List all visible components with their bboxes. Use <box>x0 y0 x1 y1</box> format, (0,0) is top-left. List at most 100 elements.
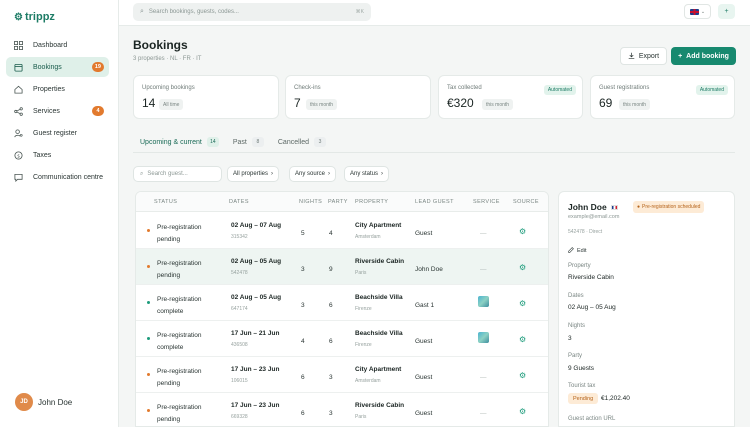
field-value-dates: 02 Aug – 05 Aug <box>568 304 616 311</box>
table-row[interactable]: Pre-registration pending 17 Jun – 23 Jun… <box>136 393 548 426</box>
column-header[interactable]: LEAD GUEST <box>415 199 454 205</box>
column-header[interactable]: NIGHTS <box>299 199 322 205</box>
booking-dates: 17 Jun – 21 Jun <box>231 330 280 337</box>
stat-period-pill: this month <box>619 99 651 110</box>
calendar-icon <box>13 62 23 72</box>
booking-dates: 17 Jun – 23 Jun <box>231 402 280 409</box>
edit-button[interactable]: Edit <box>568 247 586 255</box>
global-search-input[interactable]: ⌕ Search bookings, guests, codes... ⌘K <box>133 3 371 21</box>
user-menu[interactable]: JD John Doe <box>15 393 72 411</box>
service-thumbnail[interactable] <box>478 332 489 343</box>
booking-nights: 3 <box>301 266 305 273</box>
search-icon: ⌕ <box>140 8 144 15</box>
sidebar-item-guest-register[interactable]: Guest register <box>6 123 109 143</box>
stat-value: 69 <box>599 96 613 110</box>
booking-dates: 02 Aug – 07 Aug <box>231 222 282 229</box>
filter-label: Any source <box>295 171 326 177</box>
booking-city: Amsterdam <box>355 378 381 384</box>
automated-badge: Automated <box>695 85 728 95</box>
booking-property: City Apartment <box>355 366 402 373</box>
field-label: Nights <box>568 323 586 329</box>
detail-email: example@email.com <box>568 214 620 220</box>
table-row[interactable]: Pre-registration pending 17 Jun – 23 Jun… <box>136 357 548 393</box>
status-dot-icon <box>147 409 150 412</box>
booking-city: Paris <box>355 270 367 276</box>
table-row[interactable]: Pre-registration pending 02 Aug – 05 Aug… <box>136 249 548 285</box>
column-header[interactable]: PROPERTY <box>355 199 388 205</box>
language-selector[interactable]: ⌄ <box>684 4 711 19</box>
source-filter[interactable]: Any source › <box>289 166 337 182</box>
stat-card-registrations: Guest registrations 69 this month Automa… <box>590 75 735 119</box>
service-empty: — <box>480 374 487 381</box>
booking-status: Pre-registration pending <box>157 404 202 423</box>
add-booking-button[interactable]: + Add booking <box>671 47 736 65</box>
field-value-party: 9 Guests <box>568 365 595 372</box>
status-label: Pre-registration scheduled <box>642 204 701 210</box>
booking-property: Riverside Cabin <box>355 402 405 409</box>
sidebar-item-properties[interactable]: Properties <box>6 79 109 99</box>
page-subtitle: 3 properties · NL · FR · IT <box>133 56 202 62</box>
guest-search-input[interactable]: ⌕ Search guest... <box>133 166 222 182</box>
service-empty: — <box>480 266 487 273</box>
search-shortcut: ⌘K <box>355 9 364 15</box>
booking-nights: 5 <box>301 230 305 237</box>
tab-label: Past <box>232 138 247 146</box>
properties-filter[interactable]: All properties › <box>227 166 280 182</box>
sidebar-item-taxes[interactable]: $ Taxes <box>6 145 109 165</box>
add-booking-label: Add booking <box>686 52 729 60</box>
booking-property: Beachside Villa <box>355 330 403 337</box>
tab-label: Cancelled <box>277 138 310 146</box>
booking-code: 542478 <box>231 270 248 276</box>
lead-guest: Guest <box>415 374 433 381</box>
sidebar-item-communication-centre[interactable]: Communication centre <box>6 167 109 187</box>
status-filter[interactable]: Any status › <box>344 166 390 182</box>
sidebar-item-bookings[interactable]: Bookings 19 <box>6 57 109 77</box>
source-gear-icon: ⚙ <box>519 299 527 308</box>
column-header[interactable]: DATES <box>229 199 249 205</box>
column-header[interactable]: STATUS <box>154 199 177 205</box>
stat-card-tax: Tax collected €320 this month Automated <box>438 75 583 119</box>
booking-party: 3 <box>329 374 333 381</box>
sidebar-item-label: Dashboard <box>33 41 68 49</box>
chat-icon <box>13 172 23 182</box>
status-dot-icon <box>147 373 150 376</box>
lead-guest: Guest <box>415 410 433 417</box>
tax-status-badge: Pending <box>568 393 599 404</box>
table-row[interactable]: Pre-registration complete 02 Aug – 05 Au… <box>136 285 548 321</box>
stat-period-pill: All time <box>159 99 184 110</box>
sidebar-item-label: Properties <box>33 85 65 93</box>
table-row[interactable]: Pre-registration complete 17 Jun – 21 Ju… <box>136 321 548 357</box>
app-name: trippz <box>24 11 55 23</box>
sidebar-nav: Dashboard Bookings 19 Properties Service… <box>6 35 109 189</box>
lead-guest: Gast 1 <box>415 302 435 309</box>
table-row[interactable]: Pre-registration pending 02 Aug – 07 Aug… <box>136 213 548 249</box>
field-value-nights: 3 <box>568 335 572 342</box>
quick-add-button[interactable]: + <box>718 4 735 19</box>
source-gear-icon: ⚙ <box>519 227 527 236</box>
service-thumbnail[interactable] <box>478 296 489 307</box>
booking-code: 647174 <box>231 306 248 312</box>
app-logo[interactable]: ⚙ trippz <box>14 11 55 23</box>
stat-value: €320 <box>447 96 474 110</box>
column-header[interactable]: PARTY <box>328 199 348 205</box>
tab-cancelled[interactable]: Cancelled 3 <box>271 132 333 152</box>
search-icon: ⌕ <box>140 170 144 177</box>
sidebar-item-services[interactable]: Services 4 <box>6 101 109 121</box>
chevron-down-icon: ⌄ <box>700 8 706 15</box>
column-header[interactable]: SOURCE <box>513 199 539 205</box>
stat-value: 7 <box>294 96 301 110</box>
sidebar-item-dashboard[interactable]: Dashboard <box>6 35 109 55</box>
tab-upcoming-current[interactable]: Upcoming & current 14 <box>133 132 226 153</box>
stat-label: Upcoming bookings <box>142 85 195 91</box>
column-header[interactable]: SERVICE <box>473 199 500 205</box>
export-button[interactable]: Export <box>620 47 667 65</box>
bookings-table: STATUS DATES NIGHTS PARTY PROPERTY LEAD … <box>135 191 549 427</box>
booking-tabs: Upcoming & current 14 Past 8 Cancelled 3 <box>133 132 333 153</box>
stat-label: Check-ins <box>294 85 321 91</box>
tab-past[interactable]: Past 8 <box>226 132 271 152</box>
booking-status: Pre-registration pending <box>157 260 202 279</box>
sidebar: ⚙ trippz Dashboard Bookings 19 Propertie… <box>0 0 119 427</box>
booking-nights: 6 <box>301 374 305 381</box>
stat-period-pill: this month <box>482 99 514 110</box>
france-flag-icon <box>610 204 618 210</box>
